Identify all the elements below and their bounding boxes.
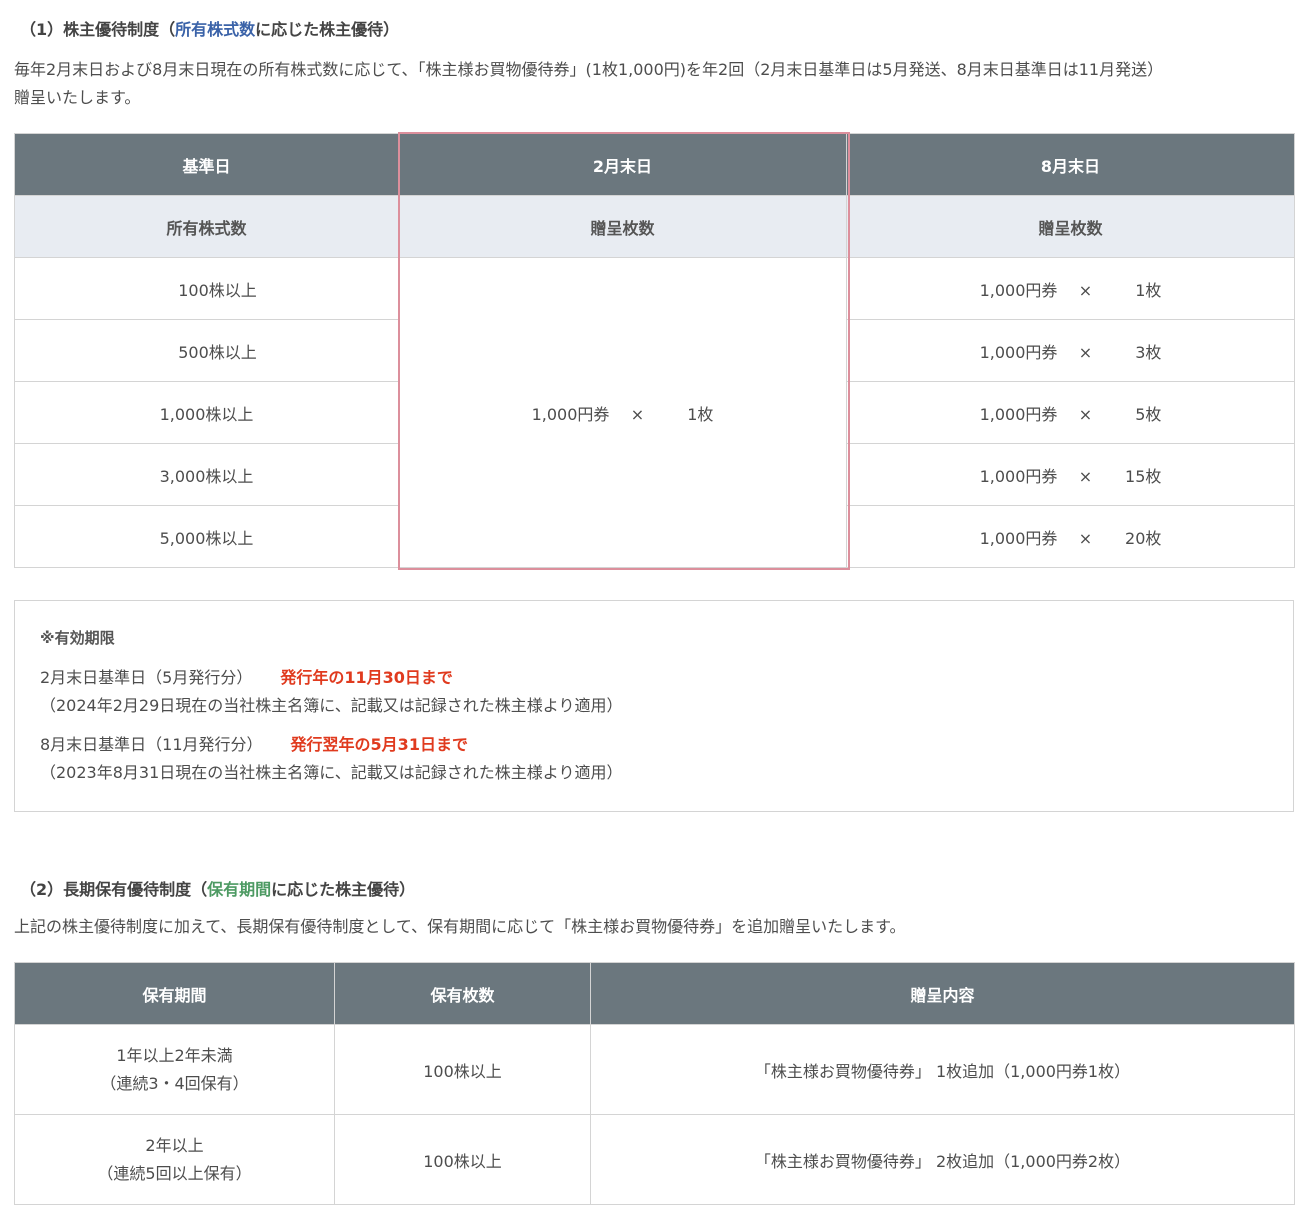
aug-count: 3枚 xyxy=(1135,342,1162,362)
expiry-feb-deadline: 発行年の11月30日まで xyxy=(280,668,453,687)
aug-yen: 1,000円券 xyxy=(979,404,1058,424)
aug-value-cell: 1,000円券 × 1枚 xyxy=(846,257,1295,320)
feb-count: 1枚 xyxy=(687,404,714,424)
header-period: 保有期間 xyxy=(14,962,335,1025)
section1-title-suffix: に応じた株主優待） xyxy=(255,20,400,39)
benefit-table-header: 基準日 2月末日 8月末日 xyxy=(14,133,1295,196)
section2-title-prefix: （2）長期保有優待制度（ xyxy=(20,880,208,899)
shares-cell: 100株以上 xyxy=(334,1114,591,1205)
aug-value: 1,000円券 × 1枚 xyxy=(980,277,1162,301)
aug-value: 1,000円券 × 20枚 xyxy=(980,525,1162,549)
shares-cell: 1,000株以上 xyxy=(14,381,399,444)
header-aug: 8月末日 xyxy=(846,133,1295,196)
expiry-note-box: ※有効期限 2月末日基準日（5月発行分） 発行年の11月30日まで （2024年2… xyxy=(14,600,1294,812)
header-shares: 保有枚数 xyxy=(334,962,591,1025)
period-value: 2年以上 xyxy=(145,1135,204,1155)
aug-value-cell: 1,000円券 × 20枚 xyxy=(846,505,1295,568)
header-base-date: 基準日 xyxy=(14,133,399,196)
period-value: 1年以上2年未満 xyxy=(116,1045,233,1065)
section1-title: （1）株主優待制度（所有株式数に応じた株主優待） xyxy=(20,16,399,40)
content-cell: 「株主様お買物優待券」 2枚追加（1,000円券2枚） xyxy=(590,1114,1295,1205)
section2-title-suffix: に応じた株主優待） xyxy=(271,880,416,899)
long-term-table: 保有期間 保有枚数 贈呈内容 1年以上2年未満 （連続3・4回保有） 100株以… xyxy=(14,962,1295,1205)
shares-cell: 5,000株以上 xyxy=(14,505,399,568)
shares-value: 3,000株以上 xyxy=(159,466,254,486)
shares-value: 1,000株以上 xyxy=(159,404,254,424)
header-feb: 2月末日 xyxy=(398,133,847,196)
aug-yen: 1,000円券 xyxy=(979,466,1058,486)
expiry-aug-deadline: 発行翌年の5月31日まで xyxy=(290,735,468,754)
aug-times: × xyxy=(1078,404,1093,424)
section1-intro-line2: 贈呈いたします。 xyxy=(14,88,141,107)
feb-value-cell: 1,000円券 × 1枚 xyxy=(398,257,847,568)
aug-value-cell: 1,000円券 × 3枚 xyxy=(846,319,1295,382)
long-term-table-header: 保有期間 保有枚数 贈呈内容 xyxy=(14,962,1295,1025)
aug-count: 1枚 xyxy=(1135,280,1162,300)
table-row: 1年以上2年未満 （連続3・4回保有） 100株以上 「株主様お買物優待券」 1… xyxy=(14,1024,1295,1115)
period-sub: （連続3・4回保有） xyxy=(100,1073,249,1093)
aug-value: 1,000円券 × 3枚 xyxy=(980,339,1162,363)
section1-title-highlight: 所有株式数 xyxy=(175,20,256,39)
table-row: 2年以上 （連続5回以上保有） 100株以上 「株主様お買物優待券」 2枚追加（… xyxy=(14,1114,1295,1205)
subheader-feb-count: 贈呈枚数 xyxy=(398,195,847,258)
aug-count: 15枚 xyxy=(1125,466,1162,486)
shares-cell: 100株以上 xyxy=(334,1024,591,1115)
expiry-line-feb: 2月末日基準日（5月発行分） 発行年の11月30日まで xyxy=(40,664,453,688)
expiry-aug-sub: （2023年8月31日現在の当社株主名簿に、記載又は記録された株主様より適用） xyxy=(40,763,623,782)
shares-cell: 3,000株以上 xyxy=(14,443,399,506)
aug-value: 1,000円券 × 15枚 xyxy=(980,463,1162,487)
section2-title-highlight: 保有期間 xyxy=(207,880,272,899)
expiry-line-aug: 8月末日基準日（11月発行分） 発行翌年の5月31日まで xyxy=(40,731,468,755)
expiry-feb-sub: （2024年2月29日現在の当社株主名簿に、記載又は記録された株主様より適用） xyxy=(40,696,623,715)
period-cell: 2年以上 （連続5回以上保有） xyxy=(14,1114,335,1205)
aug-times: × xyxy=(1078,342,1093,362)
aug-value-cell: 1,000円券 × 15枚 xyxy=(846,443,1295,506)
feb-value: 1,000円券 × 1枚 xyxy=(532,401,714,425)
section1-intro-line1: 毎年2月末日および8月末日現在の所有株式数に応じて、「株主様お買物優待券」(1枚… xyxy=(14,60,1164,79)
aug-count: 5枚 xyxy=(1135,404,1162,424)
aug-value: 1,000円券 × 5枚 xyxy=(980,401,1162,425)
section1-intro: 毎年2月末日および8月末日現在の所有株式数に応じて、「株主様お買物優待券」(1枚… xyxy=(14,56,1284,112)
section2-title: （2）長期保有優待制度（保有期間に応じた株主優待） xyxy=(20,876,415,900)
feb-yen: 1,000円券 xyxy=(531,404,610,424)
header-content: 贈呈内容 xyxy=(590,962,1295,1025)
shares-cell: 500株以上 xyxy=(14,319,399,382)
shares-value: 5,000株以上 xyxy=(159,528,254,548)
subheader-aug-count: 贈呈枚数 xyxy=(846,195,1295,258)
subheader-shares: 所有株式数 xyxy=(14,195,399,258)
aug-yen: 1,000円券 xyxy=(979,280,1058,300)
shares-cell: 100株以上 xyxy=(14,257,399,320)
aug-count: 20枚 xyxy=(1125,528,1162,548)
content-cell: 「株主様お買物優待券」 1枚追加（1,000円券1枚） xyxy=(590,1024,1295,1115)
shares-value: 500株以上 xyxy=(178,342,257,362)
expiry-note-title: ※有効期限 xyxy=(40,629,115,647)
period-sub: （連続5回以上保有） xyxy=(97,1163,252,1183)
feb-times: × xyxy=(630,404,645,424)
expiry-aug-label: 8月末日基準日（11月発行分） xyxy=(40,735,263,754)
table-row: 100株以上 1,000円券 × 1枚 1,000円券 × 1枚 xyxy=(14,257,1295,568)
aug-value-cell: 1,000円券 × 5枚 xyxy=(846,381,1295,444)
section2-intro: 上記の株主優待制度に加えて、長期保有優待制度として、保有期間に応じて「株主様お買… xyxy=(14,917,906,936)
aug-times: × xyxy=(1078,466,1093,486)
benefit-table-subheader: 所有株式数 贈呈枚数 贈呈枚数 xyxy=(14,195,1295,258)
shares-value: 100株以上 xyxy=(178,280,257,300)
section1-title-prefix: （1）株主優待制度（ xyxy=(20,20,176,39)
expiry-feb-label: 2月末日基準日（5月発行分） xyxy=(40,668,253,687)
aug-yen: 1,000円券 xyxy=(979,528,1058,548)
benefit-table: 基準日 2月末日 8月末日 所有株式数 贈呈枚数 贈呈枚数 100株以上 1,0… xyxy=(14,133,1295,568)
aug-times: × xyxy=(1078,280,1093,300)
aug-yen: 1,000円券 xyxy=(979,342,1058,362)
period-cell: 1年以上2年未満 （連続3・4回保有） xyxy=(14,1024,335,1115)
aug-times: × xyxy=(1078,528,1093,548)
